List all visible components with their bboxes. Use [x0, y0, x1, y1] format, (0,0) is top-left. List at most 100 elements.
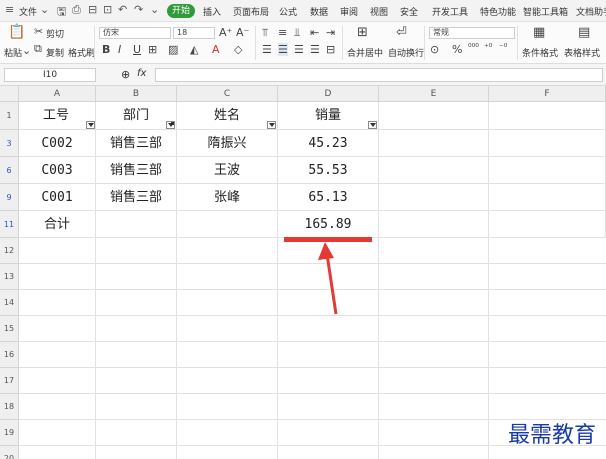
zoom-icon[interactable]: ⊕	[121, 68, 130, 81]
number-format-select[interactable]: 常规	[429, 27, 515, 39]
copy-button[interactable]: 复制	[46, 46, 64, 59]
print-icon[interactable]: ⊟	[88, 3, 97, 16]
table-style-button[interactable]: 表格样式	[564, 46, 600, 59]
row-header[interactable]: 13	[0, 264, 19, 290]
menu-icon[interactable]: ≡	[5, 3, 14, 16]
align-right-icon[interactable]: ☰	[294, 43, 304, 56]
name-box[interactable]: I10	[4, 68, 96, 82]
row-header[interactable]: 15	[0, 316, 19, 342]
fill-style-icon[interactable]: ▨	[168, 43, 178, 56]
cell-sales[interactable]: 55.53	[278, 157, 379, 184]
tab-review[interactable]: 审阅	[340, 5, 358, 18]
cell[interactable]	[379, 184, 489, 211]
tab-developer[interactable]: 开发工具	[432, 5, 468, 18]
font-shrink-icon[interactable]: A⁻	[236, 26, 249, 39]
tab-data[interactable]: 数据	[310, 5, 328, 18]
cell[interactable]	[489, 102, 606, 130]
column-header-b[interactable]: B	[96, 86, 177, 102]
cell[interactable]	[177, 211, 278, 238]
tab-security[interactable]: 安全	[400, 5, 418, 18]
cell-department[interactable]: 销售三部	[96, 184, 177, 211]
tab-home[interactable]: 开始	[167, 4, 195, 18]
merge-center-icon[interactable]: ⊞	[357, 25, 368, 40]
cell-total-label[interactable]: 合计	[19, 211, 96, 238]
currency-icon[interactable]: ⊙	[430, 43, 439, 56]
column-header-d[interactable]: D	[278, 86, 379, 102]
header-cell-department[interactable]: 部门	[96, 102, 177, 130]
tab-insert[interactable]: 插入	[203, 5, 221, 18]
merge-center-button[interactable]: 合并居中	[347, 46, 383, 59]
conditional-format-button[interactable]: 条件格式	[522, 46, 558, 59]
cell-name[interactable]: 张峰	[177, 184, 278, 211]
font-grow-icon[interactable]: A⁺	[219, 26, 232, 39]
chevron-down-icon[interactable]: ⌄	[150, 3, 159, 16]
header-cell-id[interactable]: 工号	[19, 102, 96, 130]
chevron-down-icon[interactable]: ⌄	[22, 44, 31, 57]
filter-active-icon[interactable]	[166, 121, 175, 129]
cell[interactable]	[489, 211, 606, 238]
redo-icon[interactable]: ↷	[134, 3, 143, 16]
cell[interactable]	[379, 211, 489, 238]
indent-increase-icon[interactable]: ⇥	[326, 26, 335, 39]
wrap-text-icon[interactable]: ⏎	[396, 25, 407, 40]
column-header-c[interactable]: C	[177, 86, 278, 102]
filter-dropdown-icon[interactable]	[86, 121, 95, 129]
fx-icon[interactable]: fx	[137, 68, 146, 79]
copy-icon[interactable]: ⧉	[34, 42, 42, 56]
row-header[interactable]: 1	[0, 102, 19, 130]
cell-id[interactable]: C001	[19, 184, 96, 211]
row-header[interactable]: 14	[0, 290, 19, 316]
format-painter-button[interactable]: 格式刷	[68, 46, 95, 59]
percent-button[interactable]: %	[452, 43, 462, 56]
header-cell-sales[interactable]: 销量	[278, 102, 379, 130]
bold-button[interactable]: B	[102, 43, 110, 56]
cell[interactable]	[379, 157, 489, 184]
cell[interactable]	[489, 157, 606, 184]
wrap-text-button[interactable]: 自动换行	[388, 46, 424, 59]
row-header[interactable]: 12	[0, 238, 19, 264]
cell[interactable]	[379, 130, 489, 157]
export-icon[interactable]: ⊡	[103, 3, 112, 16]
paste-icon[interactable]: 📋	[8, 24, 25, 40]
font-color-icon[interactable]: A	[212, 43, 220, 56]
cell-total-sales[interactable]: 165.89	[278, 211, 379, 238]
italic-button[interactable]: I	[118, 43, 121, 56]
decrease-decimal-icon[interactable]: ⁻⁰	[499, 43, 507, 53]
cell-department[interactable]: 销售三部	[96, 130, 177, 157]
cell-sales[interactable]: 65.13	[278, 184, 379, 211]
tab-view[interactable]: 视图	[370, 5, 388, 18]
cell-name[interactable]: 隋振兴	[177, 130, 278, 157]
tab-smart-toolbox[interactable]: 智能工具箱	[523, 5, 568, 18]
align-middle-icon[interactable]: ≡	[278, 26, 287, 39]
row-header[interactable]: 9	[0, 184, 19, 211]
tab-doc-assistant[interactable]: 文档助手	[576, 5, 606, 18]
row-header[interactable]: 20	[0, 446, 19, 459]
tab-special-features[interactable]: 特色功能	[480, 5, 516, 18]
chevron-down-icon[interactable]: ⌄	[40, 3, 49, 16]
undo-icon[interactable]: ↶	[118, 3, 127, 16]
cell[interactable]	[379, 102, 489, 130]
row-header[interactable]: 18	[0, 394, 19, 420]
file-menu[interactable]: 文件	[19, 5, 37, 18]
table-style-icon[interactable]: ▤	[578, 25, 590, 40]
column-header-a[interactable]: A	[19, 86, 96, 102]
align-top-icon[interactable]: ⫪	[262, 26, 268, 40]
align-left-icon[interactable]: ☰	[262, 43, 272, 56]
cell[interactable]	[489, 184, 606, 211]
fill-color-icon[interactable]: ◭	[190, 43, 198, 56]
row-header[interactable]: 11	[0, 211, 19, 238]
indent-decrease-icon[interactable]: ⇤	[310, 26, 319, 39]
increase-decimal-icon[interactable]: ⁺⁰	[484, 43, 492, 53]
underline-button[interactable]: U	[133, 43, 141, 56]
align-center-icon[interactable]: ☰	[278, 43, 288, 56]
row-header[interactable]: 3	[0, 130, 19, 157]
font-size-select[interactable]: 18	[173, 27, 215, 39]
header-cell-name[interactable]: 姓名	[177, 102, 278, 130]
conditional-format-icon[interactable]: ▦	[533, 25, 545, 40]
cell[interactable]	[96, 211, 177, 238]
cell-sales[interactable]: 45.23	[278, 130, 379, 157]
clear-format-icon[interactable]: ◇	[234, 43, 242, 56]
column-header-e[interactable]: E	[379, 86, 489, 102]
distributed-icon[interactable]: ⊟	[326, 43, 335, 56]
cell[interactable]	[489, 130, 606, 157]
